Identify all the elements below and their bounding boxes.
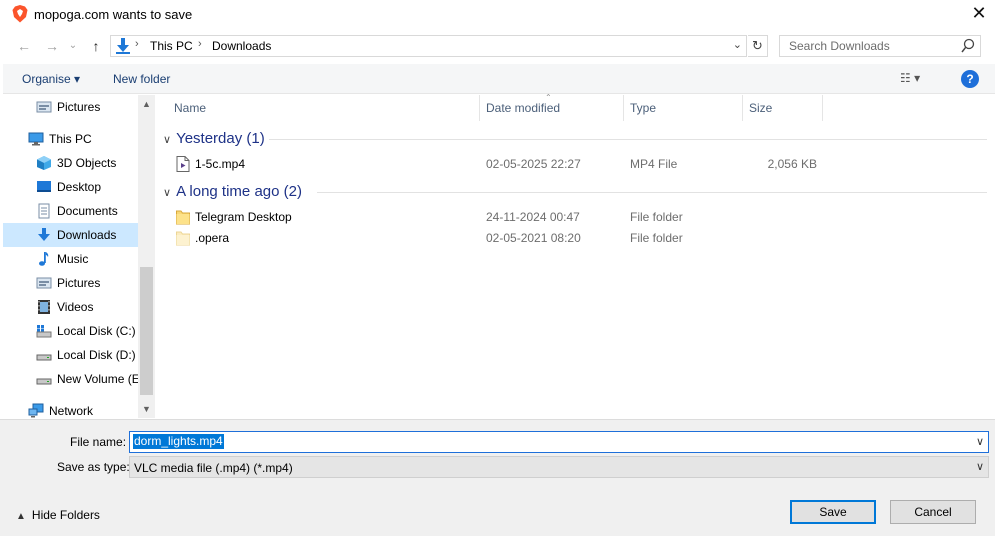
group-header-yesterday[interactable]: ∨ Yesterday (1) — [163, 130, 265, 147]
nav-item-label: New Volume (E — [57, 372, 140, 386]
downloads-icon — [38, 228, 50, 241]
nav-item-new-volume-e[interactable]: New Volume (E — [3, 367, 140, 391]
nav-item-label: Network — [49, 404, 94, 418]
close-icon[interactable]: ✕ — [966, 2, 992, 26]
save-as-type-select[interactable]: VLC media file (.mp4) (*.mp4) ∨ — [129, 456, 989, 478]
nav-item-label: Local Disk (D:) — [57, 348, 136, 362]
file-row[interactable]: Telegram Desktop 24-11-2024 00:47 File f… — [157, 207, 987, 228]
documents-icon — [38, 203, 50, 219]
column-header-type[interactable]: Type — [624, 95, 743, 121]
change-view-icon[interactable]: ☷ ▾ — [900, 71, 920, 85]
nav-item-label: Downloads — [57, 228, 117, 242]
save-button[interactable]: Save — [790, 500, 876, 524]
nav-item-label: 3D Objects — [57, 156, 117, 170]
chevron-up-icon: ▲ — [16, 511, 26, 522]
nav-item-local-disk-d[interactable]: Local Disk (D:) — [3, 343, 138, 367]
nav-item-local-disk-c[interactable]: Local Disk (C:) — [3, 319, 138, 343]
nav-item-3d-objects[interactable]: 3D Objects — [3, 151, 138, 175]
nav-item-label: Music — [57, 252, 89, 266]
scroll-up-icon[interactable]: ▲ — [138, 95, 155, 113]
nav-item-downloads[interactable]: Downloads — [3, 223, 138, 247]
nav-item-label: Pictures — [57, 100, 101, 114]
chevron-down-icon: ∨ — [163, 134, 172, 146]
cancel-button[interactable]: Cancel — [890, 500, 976, 524]
command-bar: Organise ▾ New folder ☷ ▾ ? — [3, 64, 995, 94]
save-as-type-label: Save as type: — [57, 460, 130, 474]
save-as-type-value: VLC media file (.mp4) (*.mp4) — [134, 461, 293, 475]
new-folder-button[interactable]: New folder — [113, 72, 170, 86]
file-list: Name ⌃ Date modified Type Size ∨ Yesterda… — [157, 93, 995, 418]
chevron-down-icon[interactable]: ∨ — [976, 460, 984, 473]
pictures-icon — [36, 101, 52, 113]
local-disk-c-icon — [36, 325, 52, 338]
forward-arrow-icon[interactable]: → — [41, 36, 63, 56]
file-name-input[interactable]: dorm_lights.mp4 ∨ — [129, 431, 989, 453]
column-header-date-modified[interactable]: Date modified — [480, 95, 624, 121]
nav-item-pictures[interactable]: Pictures — [3, 271, 138, 295]
nav-item-label: Pictures — [57, 276, 101, 290]
file-name-label: File name: — [70, 435, 127, 449]
music-icon — [39, 252, 49, 266]
nav-item-pictures-quick[interactable]: Pictures — [3, 95, 138, 119]
file-row[interactable]: .opera 02-05-2021 08:20 File folder — [157, 228, 987, 249]
scrollbar-thumb[interactable] — [140, 267, 153, 395]
drive-icon — [36, 354, 52, 361]
recent-locations-chevron-icon[interactable]: ⌄ — [62, 36, 84, 56]
file-row[interactable]: 1-5c.mp4 02-05-2025 22:27 MP4 File 2,056… — [157, 154, 987, 175]
dialog-title: mopoga.com wants to save — [34, 7, 193, 22]
hide-folders-button[interactable]: ▲ Hide Folders — [16, 508, 100, 522]
up-arrow-icon[interactable]: ↑ — [85, 36, 107, 56]
column-header-size[interactable]: Size — [743, 95, 823, 121]
breadcrumb-this-pc[interactable]: This PC — [150, 39, 193, 53]
nav-item-videos[interactable]: Videos — [3, 295, 138, 319]
breadcrumb-downloads[interactable]: Downloads — [212, 39, 271, 53]
videos-icon — [38, 300, 50, 314]
back-arrow-icon[interactable]: ← — [13, 36, 35, 56]
scroll-down-icon[interactable]: ▼ — [138, 400, 155, 418]
chevron-down-icon: ∨ — [163, 187, 172, 199]
address-dropdown-icon[interactable]: ⌄ — [733, 38, 742, 51]
folder-icon — [176, 231, 190, 246]
desktop-icon — [37, 181, 51, 192]
column-header-name[interactable]: Name — [168, 95, 480, 121]
search-placeholder: Search Downloads — [789, 39, 890, 53]
nav-item-label: This PC — [49, 132, 92, 146]
group-divider — [317, 192, 987, 193]
nav-item-label: Desktop — [57, 180, 102, 194]
drive-icon — [36, 378, 52, 385]
nav-item-this-pc[interactable]: This PC — [3, 127, 138, 151]
search-icon — [961, 38, 975, 53]
address-bar[interactable]: › This PC › Downloads ⌄ — [110, 35, 747, 57]
nav-item-documents[interactable]: Documents — [3, 199, 138, 223]
refresh-icon[interactable]: ↻ — [748, 35, 768, 57]
video-file-icon — [176, 156, 190, 172]
group-header-long-time-ago[interactable]: ∨ A long time ago (2) — [163, 183, 302, 200]
chevron-down-icon[interactable]: ∨ — [976, 435, 984, 448]
nav-item-label: Videos — [57, 300, 94, 314]
search-box[interactable]: Search Downloads — [779, 35, 981, 57]
3d-objects-icon — [37, 156, 51, 170]
nav-scrollbar[interactable]: ▲ ▼ — [138, 95, 155, 418]
navigation-pane: Pictures This PC 3D Objects Desktop Docu… — [3, 95, 155, 418]
nav-item-label: Local Disk (C:) — [57, 324, 136, 338]
help-icon[interactable]: ? — [961, 70, 979, 88]
downloads-icon — [116, 38, 130, 54]
save-options-panel: File name: dorm_lights.mp4 ∨ Save as typ… — [0, 419, 995, 536]
nav-item-desktop[interactable]: Desktop — [3, 175, 138, 199]
brave-logo-icon — [12, 5, 28, 23]
title-bar: mopoga.com wants to save ✕ — [0, 0, 995, 30]
group-divider — [269, 139, 987, 140]
pictures-icon — [36, 277, 52, 289]
file-name-value: dorm_lights.mp4 — [133, 434, 224, 449]
folder-icon — [176, 210, 190, 225]
breadcrumb-separator: › — [135, 38, 139, 50]
organise-button[interactable]: Organise ▾ — [22, 72, 80, 86]
nav-item-music[interactable]: Music — [3, 247, 138, 271]
network-icon — [28, 403, 44, 418]
breadcrumb-separator: › — [198, 38, 202, 50]
nav-item-label: Documents — [57, 204, 118, 218]
this-pc-icon — [28, 132, 44, 146]
